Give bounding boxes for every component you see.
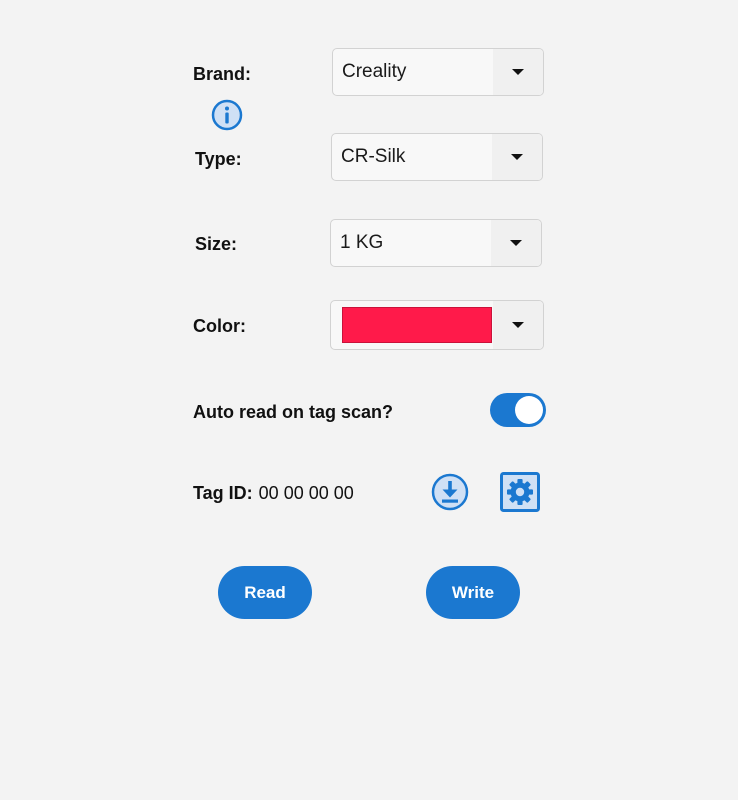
caret-down-icon — [512, 69, 524, 75]
caret-down-icon — [512, 322, 524, 328]
size-label: Size: — [195, 234, 238, 254]
color-label: Color: — [193, 316, 246, 336]
info-circle-icon[interactable] — [211, 99, 243, 131]
brand-value: Creality — [342, 61, 407, 82]
size-dropdown-toggle[interactable] — [491, 220, 541, 266]
size-value: 1 KG — [340, 232, 384, 253]
brand-dropdown-toggle[interactable] — [493, 49, 543, 95]
tag-id-row: Tag ID: 00 00 00 00 — [193, 482, 354, 504]
auto-read-label: Auto read on tag scan? — [193, 402, 394, 422]
brand-label: Brand: — [193, 64, 251, 84]
auto-read-toggle[interactable] — [490, 393, 546, 427]
gear-icon[interactable] — [500, 472, 540, 512]
caret-down-icon — [511, 154, 523, 160]
type-dropdown[interactable]: CR-Silk — [331, 133, 543, 181]
size-dropdown[interactable]: 1 KG — [330, 219, 542, 267]
type-label: Type: — [195, 149, 242, 169]
tag-id-value: 00 00 00 00 — [258, 483, 354, 503]
type-value: CR-Silk — [341, 146, 406, 167]
download-icon[interactable] — [431, 473, 469, 511]
color-dropdown-toggle[interactable] — [493, 301, 543, 349]
toggle-knob — [515, 396, 543, 424]
tag-id-label: Tag ID: — [193, 483, 253, 503]
read-button[interactable]: Read — [218, 566, 312, 619]
write-button[interactable]: Write — [426, 566, 520, 619]
brand-dropdown[interactable]: Creality — [332, 48, 544, 96]
color-swatch — [342, 307, 492, 343]
type-dropdown-toggle[interactable] — [492, 134, 542, 180]
caret-down-icon — [510, 240, 522, 246]
color-dropdown[interactable] — [330, 300, 544, 350]
